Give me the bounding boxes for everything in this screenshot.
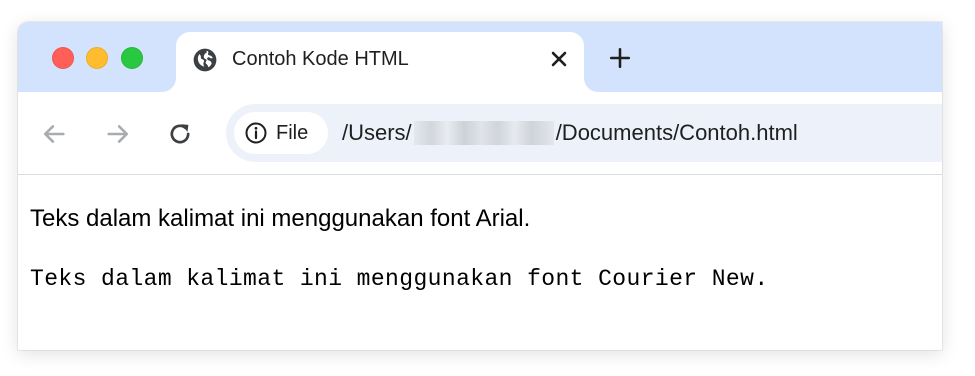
site-info-chip[interactable]: File <box>234 112 328 154</box>
navigation-toolbar: File /Users/ /Documents/Contoh.html <box>18 92 942 174</box>
reload-icon[interactable] <box>166 120 194 148</box>
url-suffix: /Documents/Contoh.html <box>555 120 798 145</box>
url-text[interactable]: /Users/ /Documents/Contoh.html <box>342 118 798 148</box>
paragraph-courier: Teks dalam kalimat ini menggunakan font … <box>30 266 769 292</box>
close-window-button[interactable] <box>52 47 74 69</box>
maximize-window-button[interactable] <box>121 47 143 69</box>
url-prefix: /Users/ <box>342 120 412 145</box>
tab-active[interactable]: Contoh Kode HTML <box>176 32 584 92</box>
browser-window: Contoh Kode HTML File /Users/ /Documents… <box>18 22 942 350</box>
page-content: Teks dalam kalimat ini menggunakan font … <box>18 175 942 350</box>
redacted-username <box>413 121 554 145</box>
site-info-label: File <box>276 122 309 144</box>
paragraph-arial: Teks dalam kalimat ini menggunakan font … <box>30 205 531 232</box>
globe-icon <box>193 48 217 72</box>
minimize-window-button[interactable] <box>86 47 108 69</box>
new-tab-icon[interactable] <box>606 44 634 72</box>
address-bar[interactable]: File /Users/ /Documents/Contoh.html <box>226 104 942 162</box>
screen: Contoh Kode HTML File /Users/ /Documents… <box>0 0 975 376</box>
arrow-left-icon[interactable] <box>40 120 68 148</box>
tab-title: Contoh Kode HTML <box>232 48 409 70</box>
arrow-right-icon[interactable] <box>104 120 132 148</box>
info-icon <box>245 122 267 144</box>
tab-strip: Contoh Kode HTML <box>18 22 942 92</box>
close-icon[interactable] <box>546 46 572 72</box>
